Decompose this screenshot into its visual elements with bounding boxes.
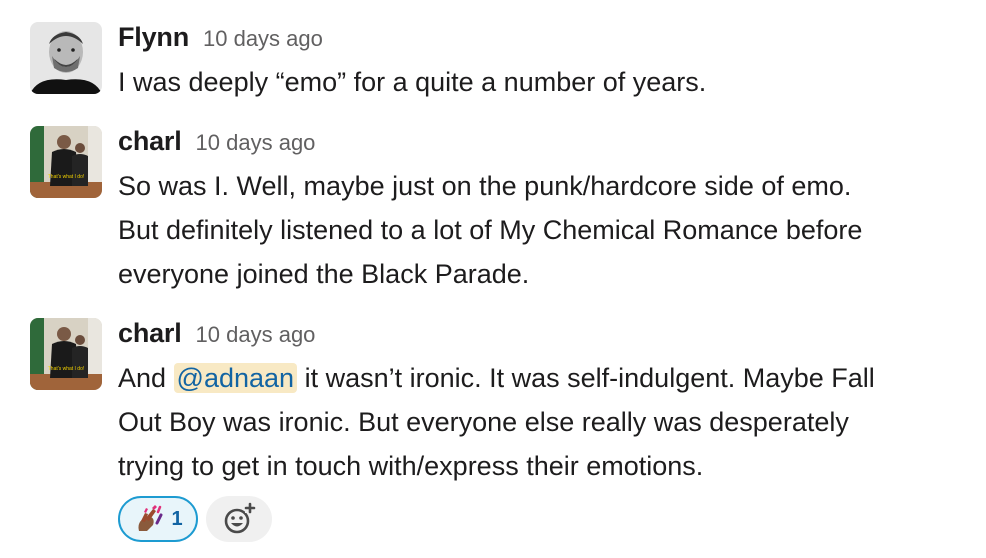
message-text: And @adnaan it wasn’t ironic. It was sel… [118,356,968,488]
message-line: Out Boy was ironic. But everyone else re… [118,407,849,437]
avatar-photo-charl: That's what I do! [30,126,102,198]
add-emoji-icon [224,502,256,534]
message-line: trying to get in touch with/express thei… [118,451,704,481]
message-text-fragment: And [118,363,174,393]
message-text: So was I. Well, maybe just on the punk/h… [118,164,968,296]
message-line: So was I. Well, maybe just on the punk/h… [118,171,852,201]
reaction-button[interactable]: 1 [118,496,198,542]
avatar-photo-charl: That's what I do! [30,318,102,390]
message-text: I was deeply “emo” for a quite a number … [118,60,968,104]
avatar[interactable] [30,22,102,94]
message-timestamp[interactable]: 10 days ago [196,130,316,156]
message-timestamp[interactable]: 10 days ago [196,322,316,348]
avatar-caption: That's what I do! [48,174,85,180]
message-line: And @adnaan it wasn’t ironic. It was sel… [118,356,968,400]
sender-name[interactable]: Flynn [118,22,189,53]
sender-name[interactable]: charl [118,318,182,349]
message-text-fragment: it wasn’t ironic. It was self-indulgent.… [297,363,875,393]
message-line: But definitely listened to a lot of My C… [118,215,863,245]
avatar[interactable]: That's what I do! [30,318,102,390]
avatar-photo-flynn [30,22,102,94]
nail-polish-emoji-icon [138,505,163,531]
sender-name[interactable]: charl [118,126,182,157]
reactions-bar: 1 [118,496,272,542]
add-reaction-button[interactable] [206,496,272,542]
avatar-caption: That's what I do! [48,366,85,372]
reaction-count: 1 [171,507,183,530]
avatar[interactable]: That's what I do! [30,126,102,198]
message-line: everyone joined the Black Parade. [118,259,530,289]
message-line: I was deeply “emo” for a quite a number … [118,67,707,97]
message-timestamp[interactable]: 10 days ago [203,26,323,52]
user-mention[interactable]: @adnaan [173,363,298,393]
